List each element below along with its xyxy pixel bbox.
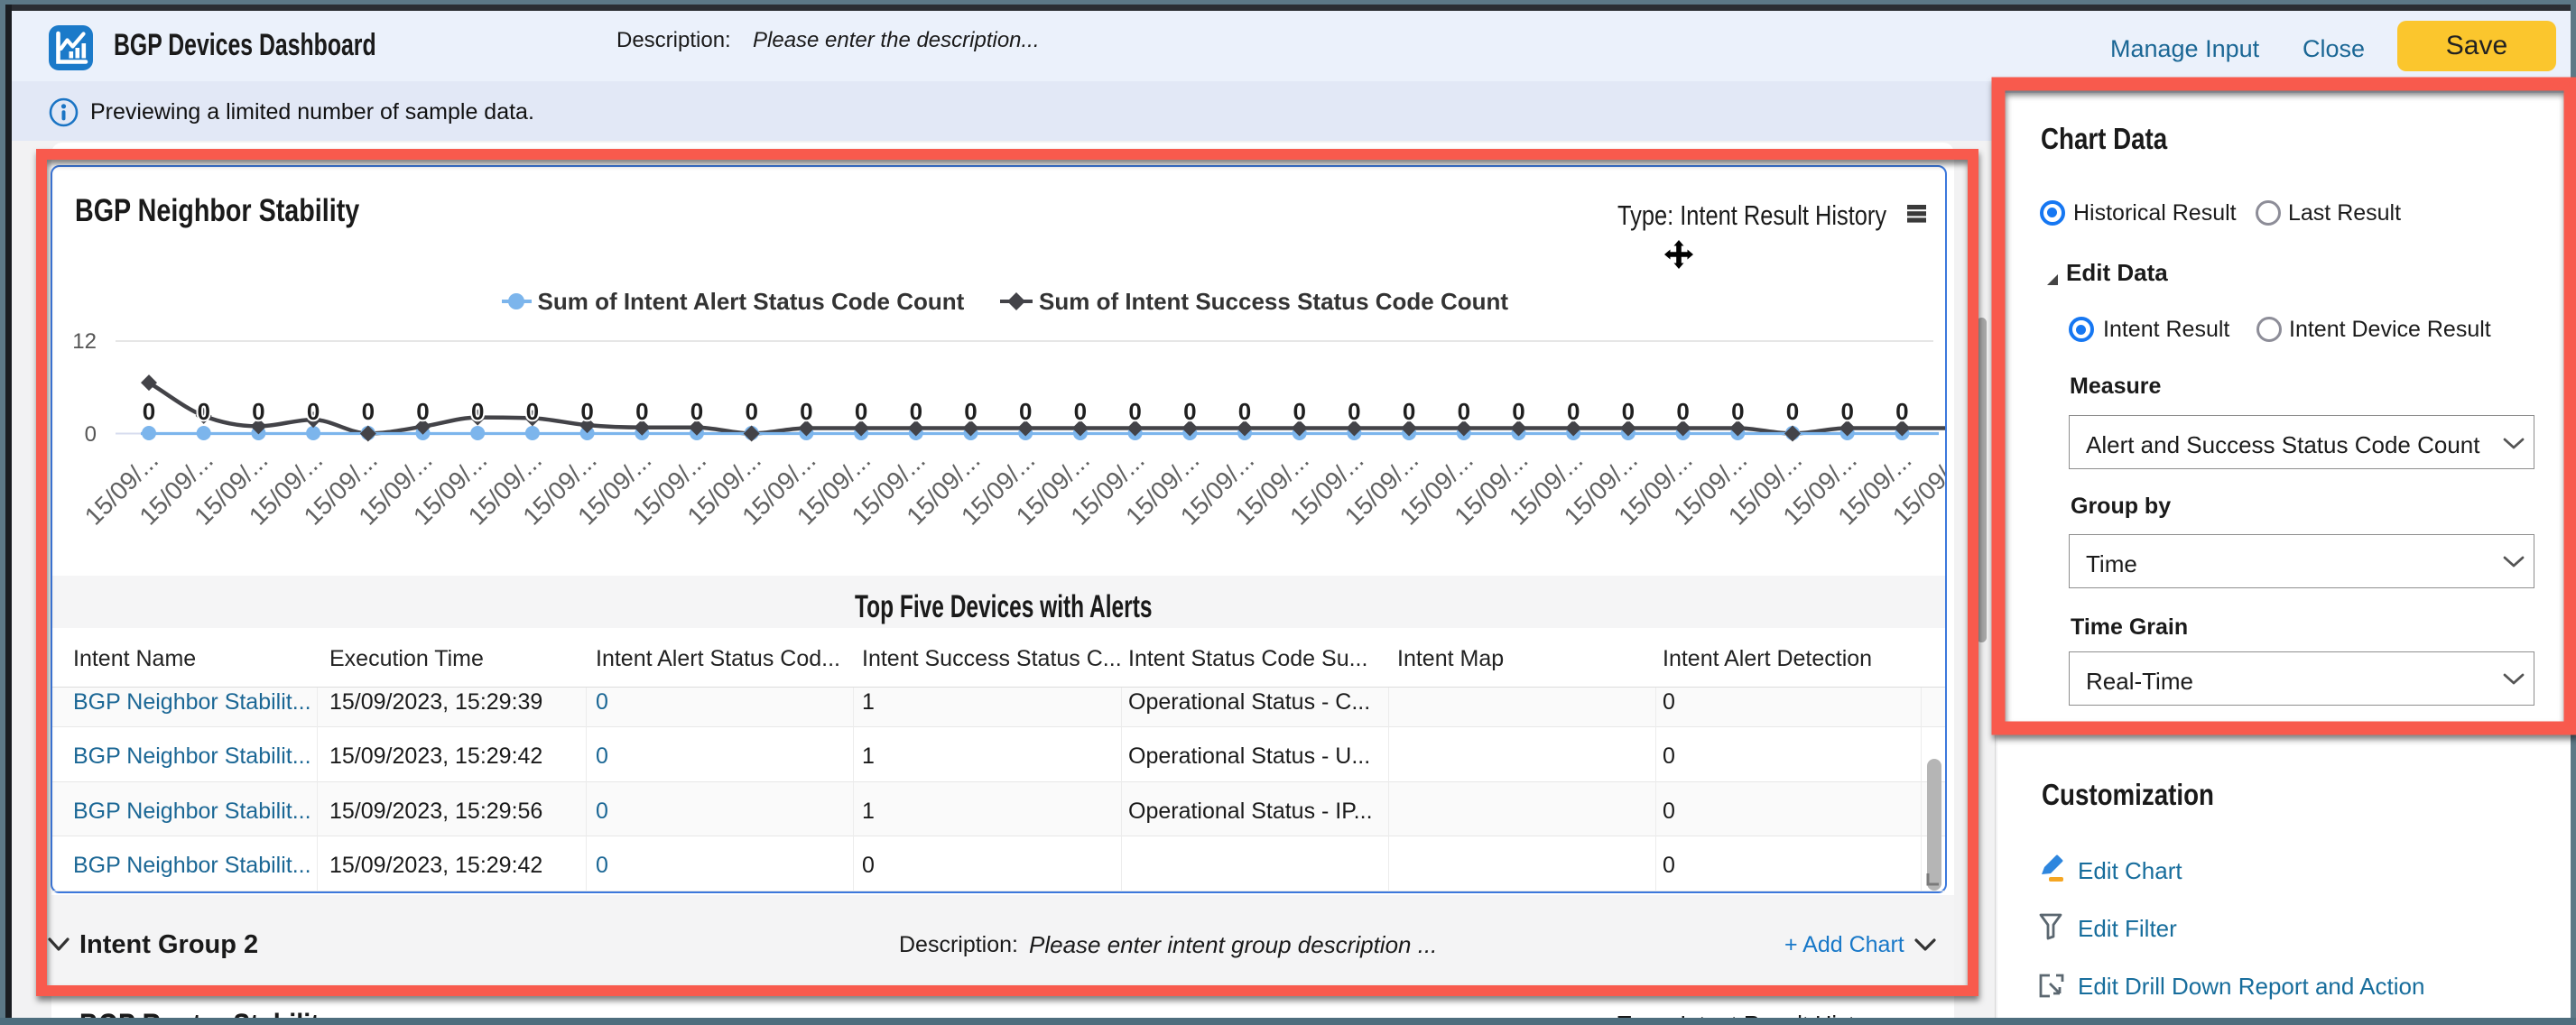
svg-text:0: 0 [580, 398, 593, 425]
svg-text:0: 0 [635, 398, 648, 425]
svg-text:0: 0 [1786, 398, 1799, 425]
svg-text:0: 0 [745, 398, 757, 425]
svg-text:0: 0 [1348, 398, 1360, 425]
svg-text:0: 0 [526, 398, 539, 425]
svg-text:0: 0 [471, 398, 484, 425]
svg-text:0: 0 [143, 398, 155, 425]
svg-text:0: 0 [964, 398, 977, 425]
svg-text:0: 0 [1622, 398, 1635, 425]
svg-text:0: 0 [1567, 398, 1580, 425]
svg-text:0: 0 [1458, 398, 1470, 425]
svg-text:0: 0 [362, 398, 375, 425]
svg-text:0: 0 [1183, 398, 1196, 425]
svg-text:0: 0 [1403, 398, 1415, 425]
svg-text:0: 0 [800, 398, 812, 425]
svg-text:0: 0 [1074, 398, 1087, 425]
svg-text:0: 0 [1512, 398, 1524, 425]
svg-text:12: 12 [72, 329, 97, 354]
svg-text:0: 0 [1895, 398, 1908, 425]
svg-text:0: 0 [1238, 398, 1251, 425]
svg-text:0: 0 [1128, 398, 1141, 425]
svg-text:0: 0 [1731, 398, 1744, 425]
svg-text:0: 0 [1676, 398, 1689, 425]
svg-text:0: 0 [690, 398, 703, 425]
svg-text:0: 0 [307, 398, 320, 425]
svg-text:0: 0 [252, 398, 264, 425]
svg-text:0: 0 [910, 398, 922, 425]
svg-text:0: 0 [1293, 398, 1305, 425]
svg-text:0: 0 [1019, 398, 1032, 425]
svg-text:0: 0 [197, 398, 209, 425]
svg-text:0: 0 [855, 398, 867, 425]
svg-text:0: 0 [416, 398, 429, 425]
svg-text:0: 0 [1840, 398, 1853, 425]
svg-text:0: 0 [85, 422, 97, 447]
